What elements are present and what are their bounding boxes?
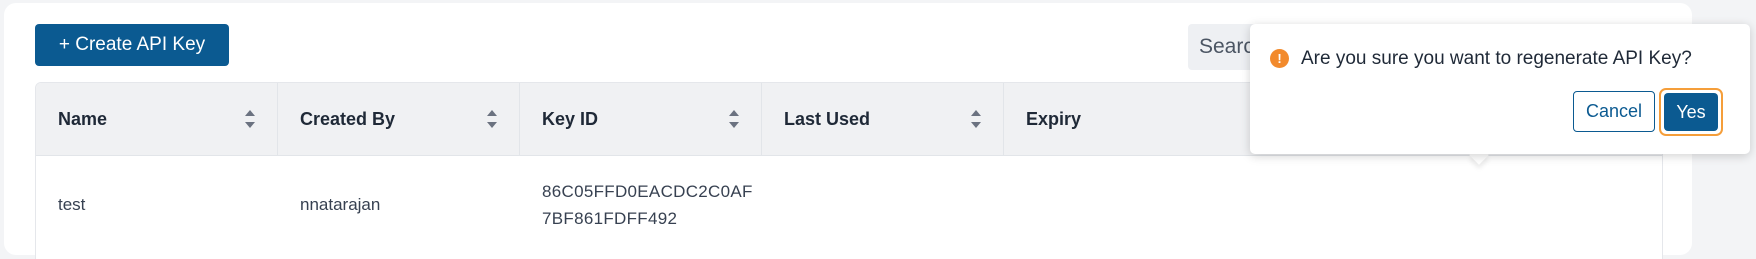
confirm-message: Are you sure you want to regenerate API …	[1301, 48, 1692, 69]
exclamation-icon: !	[1270, 49, 1289, 68]
yes-focus-ring: Yes	[1659, 88, 1723, 136]
confirm-yes-button[interactable]: Yes	[1664, 93, 1718, 131]
cell-name: test	[58, 195, 86, 214]
key-id-line: 7BF861FDFF492	[542, 209, 678, 228]
column-header-last-used[interactable]: Last Used	[762, 83, 1004, 155]
column-header-key-id[interactable]: Key ID	[520, 83, 762, 155]
key-id-line: 86C05FFD0EACDC2C0AF	[542, 182, 753, 201]
column-header-name[interactable]: Name	[36, 83, 278, 155]
column-header-label: Last Used	[784, 108, 871, 129]
create-api-key-button[interactable]: + Create API Key	[35, 24, 229, 66]
sort-icon[interactable]	[729, 110, 739, 128]
cell-key-id: 86C05FFD0EACDC2C0AF 7BF861FDFF492	[542, 178, 753, 232]
cancel-button[interactable]: Cancel	[1573, 91, 1655, 132]
sort-icon[interactable]	[487, 110, 497, 128]
column-header-label: Expiry	[1026, 108, 1082, 129]
column-header-created-by[interactable]: Created By	[278, 83, 520, 155]
sort-icon[interactable]	[245, 110, 255, 128]
column-header-label: Created By	[300, 108, 396, 129]
cell-created-by: nnatarajan	[300, 195, 381, 214]
column-header-label: Key ID	[542, 108, 599, 129]
sort-icon[interactable]	[971, 110, 981, 128]
regenerate-confirm-popover: ! Are you sure you want to regenerate AP…	[1250, 24, 1750, 154]
column-header-label: Name	[58, 108, 108, 129]
